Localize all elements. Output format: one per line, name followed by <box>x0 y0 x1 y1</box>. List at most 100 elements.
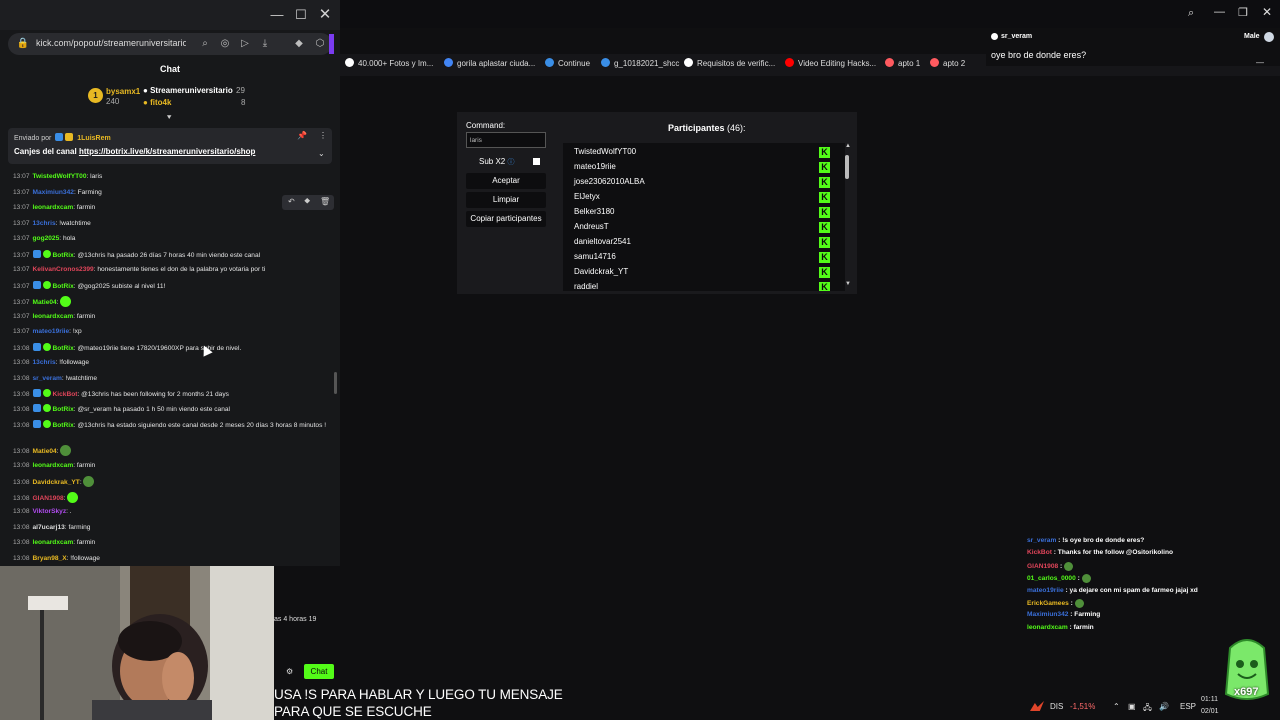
message-username[interactable]: sr_veram <box>33 375 62 382</box>
chat-message[interactable]: 13:08 Davidckrak_YT: <box>13 476 95 487</box>
volume-icon[interactable]: 🔊 <box>1159 702 1169 711</box>
address-text[interactable]: kick.com/popout/streameruniversitario/ <box>36 38 186 48</box>
minus-icon[interactable]: — <box>1256 58 1264 67</box>
bookmark-item[interactable]: Continue <box>545 58 590 68</box>
message-username[interactable]: Maximiun342 <box>33 189 74 196</box>
tray-chevron-icon[interactable]: ⌃ <box>1113 702 1120 711</box>
message-username[interactable]: Bryan98_X <box>33 555 67 562</box>
message-username[interactable]: Matie04 <box>33 299 57 306</box>
chat-message[interactable]: 13:08 leonardxcam: farmin <box>13 461 95 470</box>
participant-name[interactable]: Belker3180 <box>574 207 614 216</box>
extension-diamond-icon[interactable]: ◆ <box>292 37 306 51</box>
message-username[interactable]: KelivanCronos2399 <box>33 266 94 273</box>
chat-message[interactable]: 13:07 leonardxcam: farmin <box>13 312 95 321</box>
pin-icon[interactable]: 📌 <box>297 131 307 140</box>
message-username[interactable]: BotRix <box>53 406 74 413</box>
participant-name[interactable]: ElJetyx <box>574 192 600 201</box>
message-username[interactable]: KickBot <box>53 391 78 398</box>
chat-message[interactable]: 13:08 GIAN1908: <box>13 492 79 503</box>
pinned-link[interactable]: https://botrix.live/k/streameruniversita… <box>79 147 256 156</box>
chat-message[interactable]: 13:08 sr_veram: !watchtime <box>13 374 97 383</box>
chat-message[interactable]: 13:08 al7ucarj13: farming <box>13 523 90 532</box>
bookmark-item[interactable]: apto 2 <box>930 58 965 68</box>
participant-name[interactable]: TwistedWolfYT00 <box>574 147 636 156</box>
gifter-name[interactable]: ● Streameruniversitario <box>143 86 233 95</box>
extension-box-icon[interactable]: ⬡ <box>313 37 327 51</box>
chat-message[interactable]: 13:07 Maximiun342: Farming <box>13 188 102 197</box>
stock-name[interactable]: DIS <box>1050 702 1063 711</box>
more-options-icon[interactable]: ⋮ <box>319 131 327 140</box>
collapse-gifters-icon[interactable]: ⯆ <box>166 113 172 123</box>
tray-app-icon[interactable]: ▣ <box>1128 702 1136 711</box>
chat-scrollbar[interactable] <box>334 372 337 394</box>
message-username[interactable]: 13chris <box>33 359 56 366</box>
scroll-thumb[interactable] <box>845 155 849 179</box>
message-username[interactable]: ViktorSkyz <box>33 508 67 515</box>
chat-message[interactable]: 13:07 KelivanCronos2399: honestamente tie… <box>13 265 265 274</box>
chat-message[interactable]: 13:08 Bryan98_X: !followage <box>13 554 100 563</box>
message-username[interactable]: leonardxcam <box>33 204 74 211</box>
message-username[interactable]: Matie04 <box>33 448 57 455</box>
chat-message-list[interactable]: 13:07 TwistedWolfYT00: laris 13:07 Maximiun… <box>0 170 336 566</box>
message-username[interactable]: TwistedWolfYT00 <box>33 173 87 180</box>
scroll-up-icon[interactable]: ▲ <box>845 143 851 149</box>
message-username[interactable]: gog2025 <box>33 235 60 242</box>
download-icon[interactable]: ⤓ <box>258 37 272 51</box>
chat-message[interactable]: 13:07 13chris: !watchtime <box>13 219 91 228</box>
bookmark-item[interactable]: apto 1 <box>885 58 920 68</box>
message-username[interactable]: leonardxcam <box>33 539 74 546</box>
chat-message[interactable]: 13:07 gog2025: hola <box>13 234 75 243</box>
chat-message[interactable]: 13:08 KickBot: @13chris has been followin… <box>13 389 229 399</box>
clock-date[interactable]: 02/01 <box>1201 708 1219 715</box>
delete-icon[interactable]: 🗑 <box>320 197 330 206</box>
message-username[interactable]: BotRix <box>53 283 74 290</box>
chat-message[interactable]: 13:08 13chris: !followage <box>13 358 89 367</box>
message-username[interactable]: leonardxcam <box>33 462 74 469</box>
participant-name[interactable]: Davidckrak_YT <box>574 267 628 276</box>
sub-x2-checkbox[interactable] <box>533 158 540 165</box>
chat-message[interactable]: 13:07 mateo19riie: !xp <box>13 327 82 336</box>
scroll-down-icon[interactable]: ▼ <box>845 281 851 287</box>
restore-icon[interactable]: ❐ <box>1238 6 1248 19</box>
participant-name[interactable]: danieltovar2541 <box>574 237 631 246</box>
chat-message[interactable]: 13:07 BotRix: @13chris ha pasado 26 días … <box>13 250 260 260</box>
bookmark-item[interactable]: 40.000+ Fotos y Im... <box>345 58 433 68</box>
chat-send-button[interactable]: Chat <box>304 664 334 679</box>
close-icon[interactable]: ✕ <box>316 6 334 24</box>
message-username[interactable]: GIAN1908 <box>33 495 64 502</box>
gifter-name[interactable]: bysamx1 <box>106 87 140 96</box>
stock-change[interactable]: -1,51% <box>1070 702 1095 711</box>
chat-message[interactable]: 13:08 leonardxcam: farmin <box>13 538 95 547</box>
play-icon[interactable]: ▷ <box>238 37 252 51</box>
participant-name[interactable]: AndreusT <box>574 222 609 231</box>
message-username[interactable]: BotRix <box>53 252 74 259</box>
search-icon[interactable]: ⌕ <box>1188 7 1194 20</box>
message-username[interactable]: 13chris <box>33 220 56 227</box>
search-icon[interactable]: ⌕ <box>198 37 212 51</box>
message-username[interactable]: Davidckrak_YT <box>33 479 80 486</box>
close-icon[interactable]: ✕ <box>1262 5 1272 19</box>
chat-message[interactable]: 13:07 BotRix: @gog2025 subiste al nivel 1… <box>13 281 165 291</box>
clear-button[interactable]: Limpiar <box>466 192 546 208</box>
reply-icon[interactable]: ↶ <box>288 197 295 206</box>
bookmark-item[interactable]: g_10182021_shcc <box>601 58 679 68</box>
participant-name[interactable]: jose23062010ALBA <box>574 177 645 186</box>
message-username[interactable]: leonardxcam <box>33 313 74 320</box>
chat-message[interactable]: 13:08 ViktorSkyz: . <box>13 507 72 516</box>
bookmark-item[interactable]: Video Editing Hacks... <box>785 58 876 68</box>
accept-button[interactable]: Aceptar <box>466 173 546 189</box>
copy-participants-button[interactable]: Copiar participantes <box>466 211 546 227</box>
language-indicator[interactable]: ESP <box>1180 702 1196 711</box>
message-username[interactable]: BotRix <box>53 345 74 352</box>
bookmark-item[interactable]: gorila aplastar ciuda... <box>444 58 535 68</box>
maximize-icon[interactable]: ☐ <box>292 6 310 24</box>
message-username[interactable]: al7ucarj13 <box>33 524 65 531</box>
participants-scrollbar[interactable]: ▲ ▼ <box>844 143 852 291</box>
bookmark-item[interactable]: Requisitos de verific... <box>684 58 775 68</box>
chat-message[interactable]: 13:07 Matie04: <box>13 296 72 307</box>
participant-name[interactable]: raddiel <box>574 282 598 291</box>
chevron-down-icon[interactable]: ⌄ <box>318 149 325 158</box>
participant-name[interactable]: mateo19riie <box>574 162 616 171</box>
chat-message[interactable]: 13:07 TwistedWolfYT00: laris <box>13 172 102 181</box>
chat-message[interactable]: 13:08 BotRix: @sr_veram ha pasado 1 h 50 … <box>13 404 230 414</box>
